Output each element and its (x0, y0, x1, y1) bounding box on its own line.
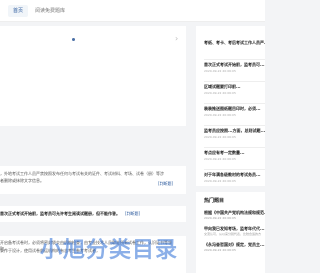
article-excerpt-line: 录作于设计，使用试卷前运机构的有志考生参考考试者， (0, 248, 100, 253)
question-type-link[interactable]: [判断题] (158, 181, 173, 187)
sidebar-item-date: 2020-09-22 20:06:05 (204, 157, 236, 161)
sidebar-item-date: 2020-09-22 20:06:05 (204, 113, 236, 117)
sidebar-item[interactable]: 首次正式考试开始前，监考员可... 2020-09-22 20:06:05 (204, 62, 265, 80)
sidebar-item-title: 考纸、考卡、考后考试工作人员严... (204, 40, 265, 45)
banner-carousel: › (0, 26, 186, 126)
hot-question-date: 2020-09-22 20:06:05 (204, 248, 236, 252)
sidebar-item-title: 对于年满各级教材的考试务员... (204, 172, 261, 177)
sidebar-item-date: 2020-09-22 20:06:05 (204, 69, 236, 73)
top-nav-bar: 首页 阅读免费题库 (0, 0, 265, 22)
sidebar-item-title: 监考员应按照...方面，总则试题... (204, 128, 265, 133)
sidebar-item-title: 装装推送图纸题目印时，必须... (204, 106, 261, 111)
hot-questions-panel: 热门题目 根据《中国共产党机构法规和规范... 2020-09-22 20:06… (196, 192, 265, 273)
sidebar-item-title: 区域试题要打印前... (204, 84, 241, 89)
divider (204, 59, 265, 60)
divider (204, 147, 265, 148)
nav-question-bank-tab[interactable]: 阅读免费题库 (32, 5, 68, 17)
divider (204, 81, 265, 82)
question-type-link[interactable]: [判断题] (125, 211, 140, 217)
sidebar-item-date: 2020-09-22 20:06:05 (204, 135, 236, 139)
carousel-indicator-dot[interactable] (72, 38, 75, 41)
divider (204, 169, 265, 170)
divider (204, 125, 265, 126)
sidebar-item[interactable]: 考纸、考卡、考后考试工作人员严... (204, 40, 265, 58)
nav-home-tab[interactable]: 首页 (8, 5, 28, 17)
sidebar-item[interactable]: 区域试题要打印前... 2020-09-22 20:06:05 (204, 84, 265, 102)
divider (204, 103, 265, 104)
article-excerpt-line: ，外地考试工作人员严禁按照发布任何与考试有关的证件、考试材料、考场、试卷（册）等… (0, 171, 164, 176)
sidebar-item-title: 首次正式考试开始前，监考员可... (204, 62, 265, 67)
sidebar-item-date: 2020-09-22 20:06:05 (204, 91, 236, 95)
article-card[interactable]: 开启备考试卷时，必须将密封袋交由机构检查，由专业技术人员取走所有试卷工作，认识证… (0, 236, 186, 273)
sidebar-item[interactable]: 考点应有考一定数量... 2020-09-22 20:06:05 (204, 150, 265, 168)
sidebar-item[interactable]: 监考员应按照...方面，总则试题... 2020-09-22 20:06:05 (204, 128, 265, 146)
hot-questions-heading: 热门题目 (204, 198, 225, 204)
sidebar-item-date: 2020-09-22 20:06:05 (204, 179, 236, 183)
article-card[interactable]: ，外地考试工作人员严禁按照发布任何与考试有关的证件、考试材料、考场、试卷（册）等… (0, 166, 186, 194)
sidebar-item-title: 考点应有考一定数量... (204, 150, 245, 155)
sidebar-item[interactable]: 装装推送图纸题目印时，必须... 2020-09-22 20:06:05 (204, 106, 265, 124)
sidebar-latest-list: 考纸、考卡、考后考试工作人员严... 首次正式考试开始前，监考员可... 202… (196, 26, 265, 186)
article-card[interactable]: 首次正式考试开始前，监考员可允许考生阅读试题册，但不能作答。 [判断题] (0, 206, 186, 222)
hot-question-date: 2020-09-22 20:06:05 (204, 216, 236, 220)
hot-question-excerpt: 交流认可，从以来分别代表，比较合适的方 (204, 232, 262, 236)
chevron-right-icon[interactable]: › (175, 34, 178, 44)
article-excerpt-line: 者删除或抹除文字信息。 (0, 178, 44, 183)
sidebar-item[interactable]: 对于年满各级教材的考试务员... 2020-09-22 20:06:05 (204, 172, 265, 190)
